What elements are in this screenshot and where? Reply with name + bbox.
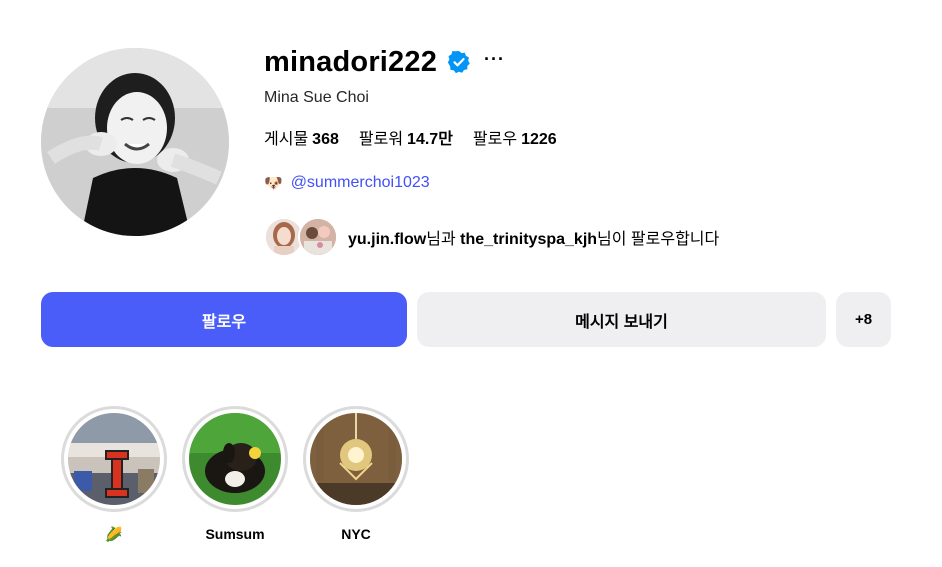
full-name: Mina Sue Choi [264, 89, 369, 106]
profile-stats: 게시물 368 팔로워 14.7만 팔로우 1226 [264, 125, 557, 149]
username: minadori222 [264, 45, 438, 78]
highlight-cover [189, 413, 281, 505]
mutual-avatars [264, 217, 340, 257]
profile-avatar[interactable] [41, 48, 229, 236]
stat-label: 팔로우 [472, 131, 518, 148]
highlight-item[interactable]: 🌽 [61, 406, 167, 543]
highlight-item[interactable]: NYC [303, 406, 409, 542]
highlight-ring [303, 406, 409, 512]
highlight-label: 🌽 [105, 526, 123, 542]
add-user-button[interactable]: +8 [836, 292, 891, 347]
stat-value: 368 [312, 131, 339, 148]
follow-button[interactable]: 팔로우 [41, 292, 407, 347]
connector-text: 님과 [426, 231, 461, 248]
suffix-text: 님이 팔로우합니다 [597, 231, 720, 248]
mutual-user-2[interactable]: the_trinityspa_kjh [460, 231, 597, 248]
highlight-ring [182, 406, 288, 512]
followed-by[interactable]: yu.jin.flow님과 the_trinityspa_kjh님이 팔로우합니… [264, 217, 719, 257]
followed-by-text: yu.jin.flow님과 the_trinityspa_kjh님이 팔로우합니… [348, 225, 719, 249]
highlight-cover [68, 413, 160, 505]
more-options-button[interactable]: ··· [484, 50, 505, 74]
threads-handle: @summerchoi1023 [290, 174, 430, 191]
stat-value: 1226 [521, 131, 557, 148]
verified-badge-icon [447, 51, 470, 74]
add-user-icon: +8 [854, 311, 873, 328]
highlight-label: NYC [341, 526, 371, 542]
stat-label: 팔로워 [358, 131, 404, 148]
highlight-ring [61, 406, 167, 512]
highlight-label: Sumsum [205, 526, 265, 542]
stat-value: 14.7만 [407, 131, 453, 148]
threads-link[interactable]: 🐶 @summerchoi1023 [264, 174, 430, 192]
username-row: minadori222 ··· [264, 44, 505, 80]
mutual-user-1[interactable]: yu.jin.flow [348, 231, 426, 248]
mutual-avatar [298, 217, 338, 257]
stat-following[interactable]: 팔로우 1226 [473, 125, 557, 149]
highlight-cover [310, 413, 402, 505]
stat-posts[interactable]: 게시물 368 [264, 125, 339, 149]
stat-label: 게시물 [264, 131, 309, 148]
highlight-item[interactable]: Sumsum [182, 406, 288, 542]
profile-page: minadori222 ··· Mina Sue Choi 게시물 368 팔로워… [0, 0, 942, 567]
stat-followers[interactable]: 팔로워 14.7만 [359, 125, 453, 149]
message-button[interactable]: 메시지 보내기 [417, 292, 826, 347]
dog-emoji-icon: 🐶 [264, 175, 283, 192]
